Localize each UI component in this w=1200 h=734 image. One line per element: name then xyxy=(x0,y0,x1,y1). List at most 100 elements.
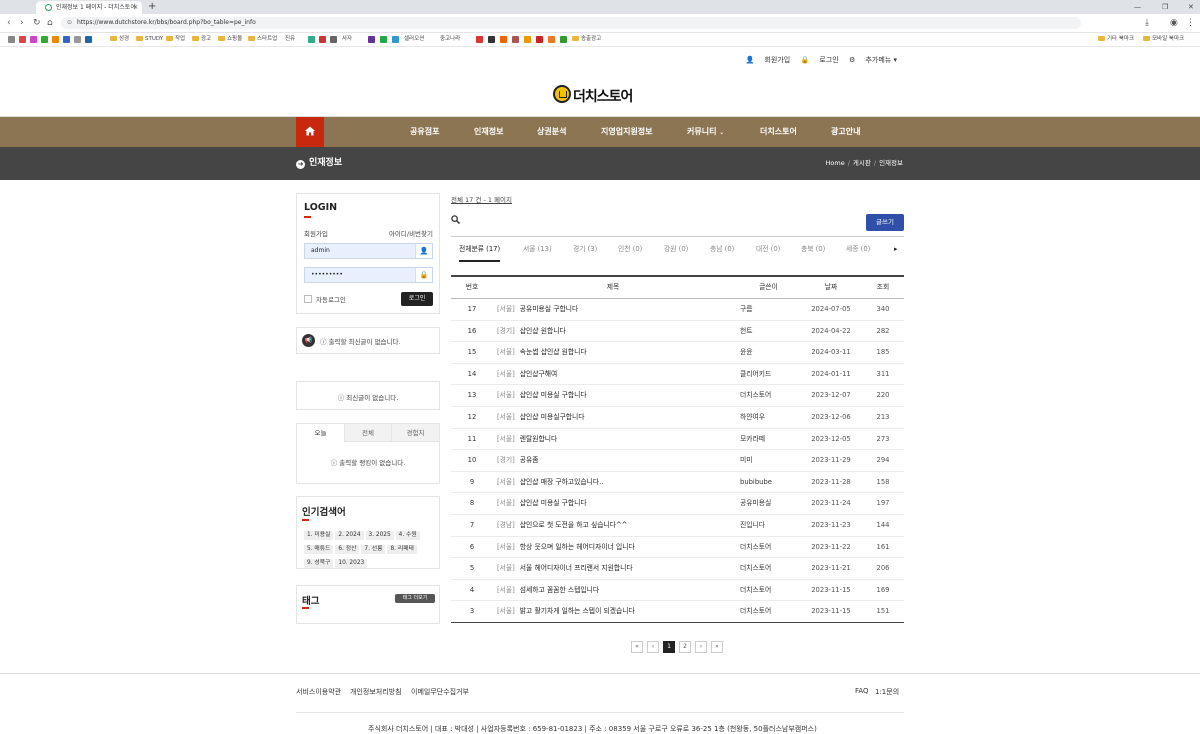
search-icon[interactable] xyxy=(451,215,460,224)
bookmark-icon[interactable] xyxy=(368,36,375,43)
rank-tab-exp[interactable]: 경험치 xyxy=(391,424,439,442)
login-link[interactable]: 🔒 로그인 xyxy=(800,56,838,64)
post-count[interactable]: 전체 17 건 - 1 페이지 xyxy=(451,194,512,204)
bookmark-icon[interactable] xyxy=(41,36,48,43)
post-subject-link[interactable]: 렌탈원합니다 xyxy=(520,429,558,450)
nav-item-market-analysis[interactable]: 상권분석 xyxy=(537,117,566,147)
table-row[interactable]: 5 [서울] 서울 헤어디자이너 프리랜서 지원합니다 더치스토어 2023-11-21… xyxy=(451,558,904,580)
bookmark-folder[interactable]: 기타 북마크 xyxy=(1098,33,1134,46)
bookmark-icon[interactable] xyxy=(85,36,92,43)
browser-tab[interactable]: 인재정보 1 페이지 - 더치스토어 ✕ xyxy=(36,1,142,14)
home-icon[interactable]: ⌂ xyxy=(47,14,53,32)
profile-icon[interactable]: ◉ xyxy=(1170,14,1178,32)
popular-keyword[interactable]: 3. 2025 xyxy=(365,531,394,540)
footer-privacy-link[interactable]: 개인정보처리방침 xyxy=(350,687,402,697)
category-tab-gangwon[interactable]: 강원 (0) xyxy=(664,238,688,260)
popular-keyword[interactable]: 8. 리페테 xyxy=(387,545,417,554)
bookmark-icon[interactable] xyxy=(500,36,507,43)
post-author[interactable]: 더치스토어 xyxy=(740,558,771,579)
table-row[interactable]: 13 [서울] 샵인샵 미용실 구합니다 더치스토어 2023-12-07 220 xyxy=(451,385,904,407)
footer-terms-link[interactable]: 서비스이용약관 xyxy=(296,687,341,697)
page-first-button[interactable]: « xyxy=(631,641,643,653)
bookmark-folder[interactable]: 송출광고 xyxy=(572,33,601,46)
table-row[interactable]: 16 [경기] 샵인샵 원합니다 헌트 2024-04-22 282 xyxy=(451,321,904,343)
popular-keyword[interactable]: 5. 매튜드 xyxy=(304,545,334,554)
bookmark-icon[interactable] xyxy=(536,36,543,43)
post-category[interactable]: [서울] xyxy=(497,299,515,320)
more-menu-link[interactable]: ⚙ 추가메뉴 ▾ xyxy=(849,56,897,64)
post-author[interactable]: 윤윤 xyxy=(740,342,753,363)
post-author[interactable]: 구름 xyxy=(740,299,753,320)
table-row[interactable]: 9 [서울] 샵인샵 매장 구하고있습니다.. bubibube 2023-11-28 1… xyxy=(451,472,904,494)
bookmark-icon[interactable] xyxy=(19,36,26,43)
bookmark-folder[interactable]: STUDY xyxy=(136,33,163,46)
nav-item-shared-store[interactable]: 공유점포 xyxy=(410,117,439,147)
page-prev-button[interactable]: ‹ xyxy=(647,641,659,653)
bookmark-item[interactable]: 중고나라 xyxy=(440,33,460,46)
nav-item-talent[interactable]: 인재정보 xyxy=(474,117,503,147)
table-row[interactable]: 12 [서울] 샵인샵 미용실구합니다 하얀여우 2023-12-06 213 xyxy=(451,407,904,429)
popular-keyword[interactable]: 1. 미용실 xyxy=(304,531,334,540)
table-row[interactable]: 8 [서울] 샵인샵 미용실 구합니다 공유미용실 2023-11-24 197 xyxy=(451,493,904,515)
bookmark-icon[interactable] xyxy=(380,36,387,43)
close-window-icon[interactable]: ✕ xyxy=(1188,0,1194,14)
table-row[interactable]: 4 [서울] 섬세하고 꼼꼼한 스텝입니다 더치스토어 2023-11-15 169 xyxy=(451,580,904,602)
auto-login-checkbox[interactable] xyxy=(304,295,312,303)
reload-icon[interactable]: ↻ xyxy=(33,14,41,32)
post-category[interactable]: [서울] xyxy=(497,407,515,428)
category-tab-all[interactable]: 전체분류 (17) xyxy=(459,238,501,262)
bookmark-icon[interactable] xyxy=(392,36,399,43)
table-row[interactable]: 3 [서울] 밝고 활기차게 일하는 스텝이 되겠습니다 더치스토어 2023-11-1… xyxy=(451,601,904,623)
post-category[interactable]: [서울] xyxy=(497,472,515,493)
post-subject-link[interactable]: 샵인샵 미용실구합니다 xyxy=(520,407,585,428)
rank-tab-all[interactable]: 전체 xyxy=(344,424,391,442)
popular-keyword[interactable]: 4. 수원 xyxy=(395,531,420,540)
post-category[interactable]: [서울] xyxy=(497,537,515,558)
post-author[interactable]: 더치스토어 xyxy=(740,385,771,406)
bookmark-icon[interactable] xyxy=(330,36,337,43)
category-tab-chungbuk[interactable]: 충북 (0) xyxy=(801,238,825,260)
forward-icon[interactable]: › xyxy=(20,14,24,32)
maximize-icon[interactable]: ❐ xyxy=(1162,0,1168,14)
post-category[interactable]: [경남] xyxy=(497,515,515,536)
footer-faq-link[interactable]: FAQ xyxy=(855,687,869,695)
bookmark-item[interactable]: 셀러오션 xyxy=(404,33,424,46)
bookmark-icon[interactable] xyxy=(30,36,37,43)
bookmark-item[interactable]: 사자 xyxy=(342,33,352,46)
post-author[interactable]: 헌트 xyxy=(740,321,753,342)
page-next-button[interactable]: › xyxy=(695,641,707,653)
post-subject-link[interactable]: 샵인으로 첫 도전을 하고 싶습니다^^ xyxy=(520,515,628,536)
category-tab-gyeonggi[interactable]: 경기 (3) xyxy=(573,238,597,260)
post-subject-link[interactable]: 샵인샵 매장 구하고있습니다.. xyxy=(520,472,604,493)
signup-link[interactable]: 👤 회원가입 xyxy=(746,56,791,64)
post-subject-link[interactable]: 서울 헤어디자이너 프리랜서 지원합니다 xyxy=(520,558,633,579)
site-info-icon[interactable]: ⊙ xyxy=(67,17,72,29)
category-tab-sejong[interactable]: 세종 (0) xyxy=(846,238,870,260)
page-2-button[interactable]: 2 xyxy=(679,641,691,653)
nav-item-dutchstore[interactable]: 더치스토어 xyxy=(760,117,797,147)
bookmark-folder[interactable]: 스타트업 xyxy=(248,33,277,46)
bookmark-icon[interactable] xyxy=(560,36,567,43)
post-author[interactable]: 더치스토어 xyxy=(740,601,771,622)
category-scroll-right-icon[interactable]: ▸ xyxy=(894,238,898,260)
popular-keyword[interactable]: 10. 2023 xyxy=(335,559,368,568)
post-category[interactable]: [서울] xyxy=(497,364,515,385)
breadcrumb-board[interactable]: 게시판 xyxy=(853,159,871,167)
site-logo[interactable]: 더치스토어 xyxy=(553,85,647,105)
nav-item-community[interactable]: 커뮤니티 ⌄ xyxy=(687,117,724,147)
post-subject-link[interactable]: 공유미용실 구합니다 xyxy=(520,299,578,320)
popular-keyword[interactable]: 9. 성북구 xyxy=(304,559,334,568)
address-bar[interactable]: ⊙ https://www.dutchstore.kr/bbs/board.ph… xyxy=(61,17,1081,29)
post-subject-link[interactable]: 밝고 활기차게 일하는 스텝이 되겠습니다 xyxy=(520,601,635,622)
popular-keyword[interactable]: 7. 선릉 xyxy=(361,545,386,554)
post-category[interactable]: [서울] xyxy=(497,601,515,622)
post-author[interactable]: 공유미용실 xyxy=(740,493,771,514)
bookmark-folder[interactable]: 모바일 북마크 xyxy=(1143,33,1184,46)
footer-email-policy-link[interactable]: 이메일무단수집거부 xyxy=(411,687,469,697)
table-row[interactable]: 7 [경남] 샵인으로 첫 도전을 하고 싶습니다^^ 진입니다 2023-11-23 1… xyxy=(451,515,904,537)
close-tab-icon[interactable]: ✕ xyxy=(133,1,138,14)
bookmark-icon[interactable] xyxy=(319,36,326,43)
table-row[interactable]: 11 [서울] 렌탈원합니다 모카라떼 2023-12-05 273 xyxy=(451,429,904,451)
page-1-button[interactable]: 1 xyxy=(663,641,675,653)
popular-keyword[interactable]: 6. 정산 xyxy=(335,545,360,554)
